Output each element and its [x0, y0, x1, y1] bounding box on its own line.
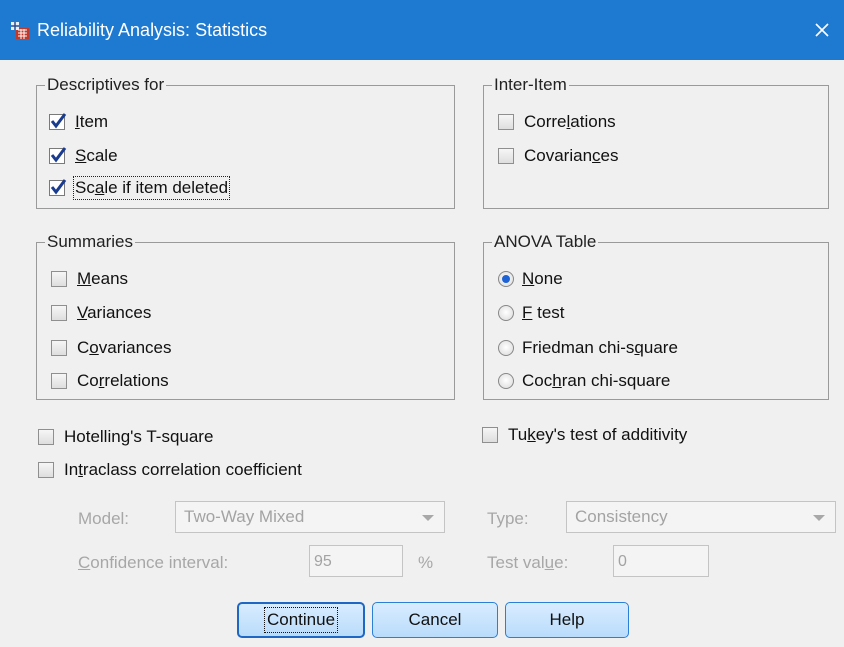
anova-cochran-radio[interactable]: Cochran chi-square: [498, 369, 670, 393]
spss-app-icon: [11, 22, 29, 39]
checkbox-label: Scale: [75, 146, 118, 165]
tukey-additivity-checkbox[interactable]: Tukey's test of additivity: [482, 423, 687, 447]
close-icon: [815, 23, 829, 37]
anova-table-group: ANOVA Table None F test Friedman chi-squ…: [483, 233, 829, 400]
radio-label: None: [522, 269, 563, 288]
radio-circle: [498, 340, 514, 356]
test-value-input[interactable]: 0: [613, 545, 709, 577]
model-select-value: Two-Way Mixed: [184, 507, 305, 526]
summaries-legend: Summaries: [45, 232, 135, 251]
type-label: Type:: [487, 509, 529, 528]
descriptives-scale-checkbox[interactable]: Scale: [49, 144, 118, 168]
checkmark-icon: [50, 179, 67, 195]
checkbox-box: [49, 147, 67, 164]
chevron-down-icon: [813, 515, 825, 521]
radio-circle: [498, 373, 514, 389]
confidence-interval-value: 95: [314, 553, 332, 570]
checkbox-box: [482, 427, 498, 443]
summaries-correlations-checkbox[interactable]: Correlations: [51, 369, 169, 393]
anova-table-legend: ANOVA Table: [492, 232, 599, 251]
inter-item-covariances-checkbox[interactable]: Covariances: [498, 144, 619, 168]
checkbox-label: Variances: [77, 303, 152, 322]
checkmark-icon: [50, 147, 67, 163]
descriptives-scale-if-deleted-checkbox[interactable]: Scale if item deleted: [49, 176, 231, 200]
confidence-interval-input[interactable]: 95: [309, 545, 403, 577]
model-label: Model:: [78, 509, 130, 528]
checkbox-box: [51, 305, 67, 321]
summaries-means-checkbox[interactable]: Means: [51, 267, 128, 291]
radio-label: Cochran chi-square: [522, 371, 671, 390]
checkbox-box: [51, 373, 67, 389]
title-bar: Reliability Analysis: Statistics: [0, 0, 844, 60]
close-button[interactable]: [800, 12, 844, 48]
checkbox-label: Scale if item deleted: [72, 176, 231, 200]
descriptives-legend: Descriptives for: [45, 75, 167, 94]
percent-unit-label: %: [418, 553, 434, 572]
continue-button[interactable]: Continue: [237, 602, 365, 638]
checkbox-box: [49, 179, 67, 196]
anova-friedman-radio[interactable]: Friedman chi-square: [498, 336, 678, 360]
checkbox-label: Covariances: [524, 146, 619, 165]
checkbox-label: Item: [75, 112, 109, 131]
summaries-variances-checkbox[interactable]: Variances: [51, 301, 151, 325]
confidence-interval-label: Confidence interval:: [78, 553, 229, 572]
help-button[interactable]: Help: [505, 602, 629, 638]
descriptives-group: Descriptives for Item Scale Scale if ite…: [36, 76, 455, 209]
checkbox-box: [498, 114, 514, 130]
reliability-statistics-dialog: Reliability Analysis: Statistics Descrip…: [0, 0, 844, 647]
checkbox-label: Tukey's test of additivity: [508, 425, 688, 444]
summaries-covariances-checkbox[interactable]: Covariances: [51, 336, 172, 360]
inter-item-correlations-checkbox[interactable]: Correlations: [498, 110, 616, 134]
descriptives-item-checkbox[interactable]: Item: [49, 110, 108, 134]
cancel-button-label: Cancel: [408, 610, 462, 629]
checkbox-label: Means: [77, 269, 129, 288]
test-value-value: 0: [618, 553, 627, 570]
radio-circle: [498, 305, 514, 321]
checkbox-label: Correlations: [77, 371, 169, 390]
continue-button-label: Continue: [263, 607, 339, 633]
checkbox-box: [38, 429, 54, 445]
dialog-title: Reliability Analysis: Statistics: [37, 20, 268, 40]
radio-label: F test: [522, 303, 565, 322]
type-select[interactable]: Consistency: [566, 501, 836, 533]
chevron-down-icon: [422, 515, 434, 521]
test-value-label: Test value:: [487, 553, 569, 572]
summaries-group: Summaries Means Variances Covariances Co…: [36, 233, 455, 400]
radio-circle: [498, 271, 514, 287]
checkmark-icon: [50, 113, 67, 129]
checkbox-label: Hotelling's T-square: [64, 427, 214, 446]
inter-item-legend: Inter-Item: [492, 75, 569, 94]
checkbox-label: Correlations: [524, 112, 616, 131]
intraclass-correlation-checkbox[interactable]: Intraclass correlation coefficient: [38, 458, 302, 482]
checkbox-box: [49, 113, 67, 130]
model-select[interactable]: Two-Way Mixed: [175, 501, 445, 533]
help-button-label: Help: [549, 610, 585, 629]
checkbox-label: Intraclass correlation coefficient: [64, 460, 302, 479]
cancel-button[interactable]: Cancel: [372, 602, 498, 638]
anova-f-test-radio[interactable]: F test: [498, 301, 565, 325]
type-select-value: Consistency: [575, 507, 668, 526]
checkbox-box: [51, 271, 67, 287]
inter-item-group: Inter-Item Correlations Covariances: [483, 76, 829, 209]
checkbox-label: Covariances: [77, 338, 172, 357]
anova-none-radio[interactable]: None: [498, 267, 563, 291]
checkbox-box: [51, 340, 67, 356]
radio-label: Friedman chi-square: [522, 338, 678, 357]
checkbox-box: [38, 462, 54, 478]
hotelling-t-square-checkbox[interactable]: Hotelling's T-square: [38, 425, 213, 449]
checkbox-box: [498, 148, 514, 164]
